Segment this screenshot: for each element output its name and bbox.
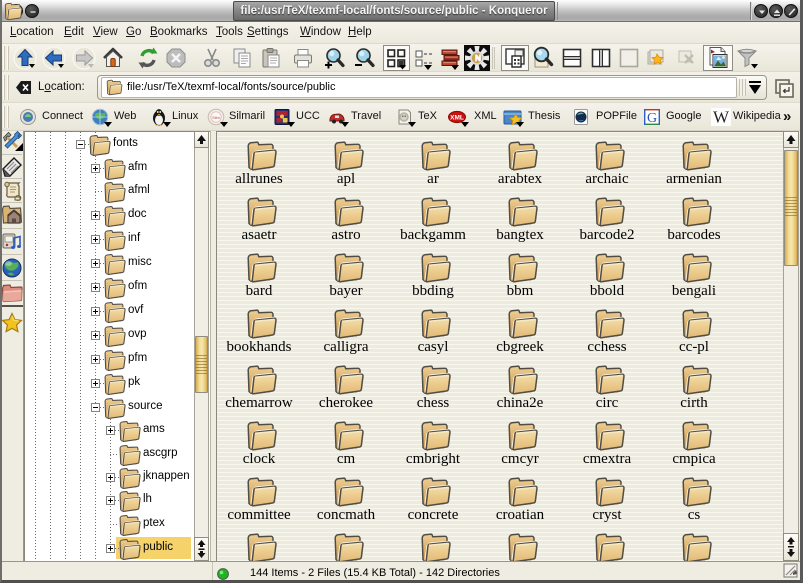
svg-text:W: W [713,108,730,126]
svg-text:G: G [647,111,657,126]
svg-text:XML: XML [450,114,464,121]
svg-text:Silm: Silm [212,115,220,120]
